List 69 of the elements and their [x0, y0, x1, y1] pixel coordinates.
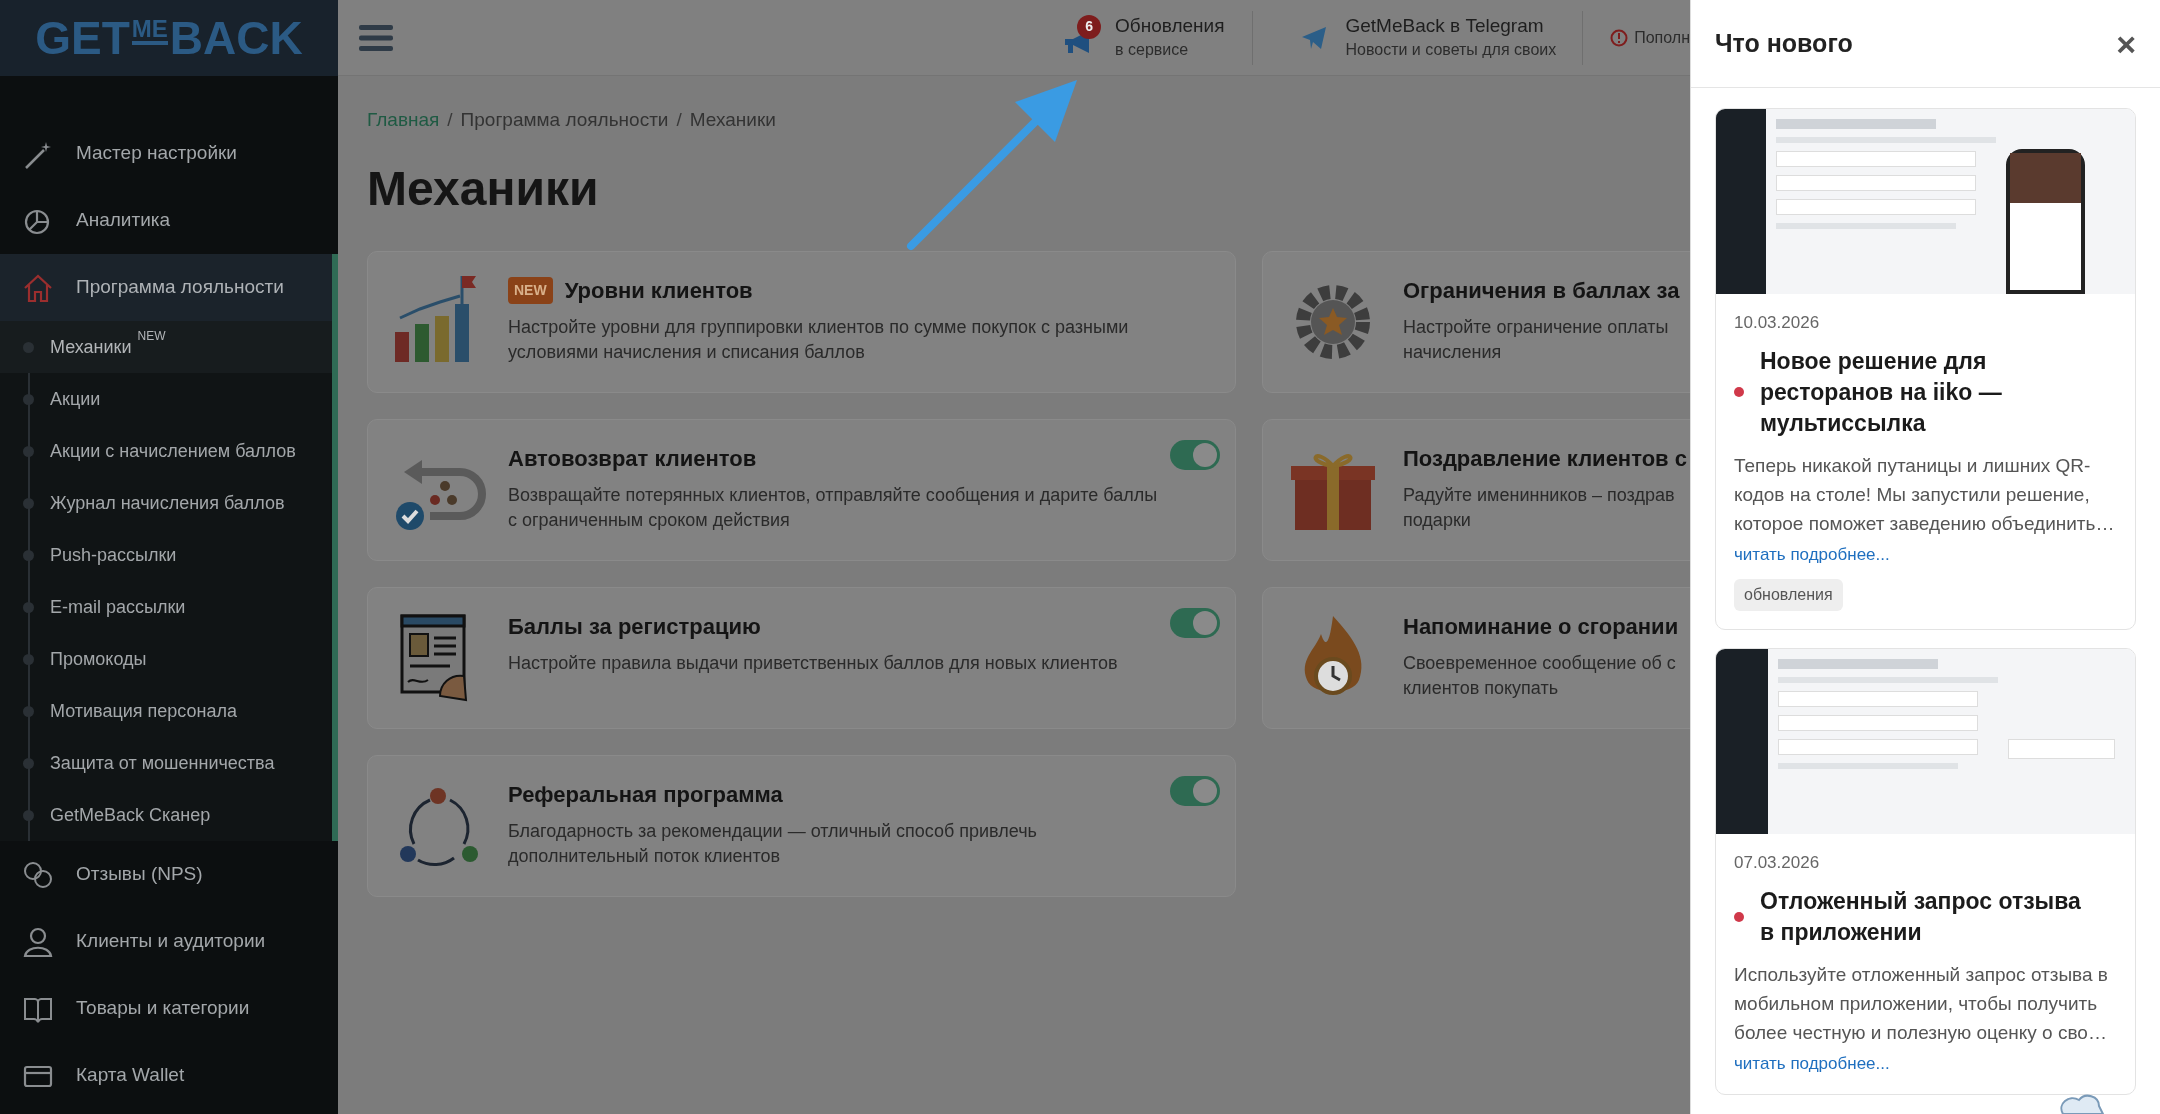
card-description: Настройте ограничение оплаты начисления — [1403, 315, 1670, 364]
submenu-item[interactable]: Акции с начислением баллов — [0, 425, 332, 477]
card-title: Ограничения в баллах за — [1403, 276, 1680, 305]
card-title: Реферальная программа — [508, 780, 783, 809]
tag: обновления — [1734, 579, 1843, 611]
new-badge: NEW — [508, 276, 553, 304]
panel-title: Что нового — [1715, 27, 1853, 59]
read-more-link[interactable]: читать подробнее... — [1734, 541, 1890, 567]
sidebar-item[interactable]: Товары и категории — [0, 975, 338, 1042]
news-description: Теперь никакой путаницы и лишних QR-кодов на столе! Мы запустили решение, которое поможет заведению объединить… — [1734, 453, 2116, 536]
news-title: Новое решение для ресторанов на iiko — мультиссылка — [1760, 346, 2003, 438]
card-title: Напоминание о сгорании — [1403, 612, 1679, 641]
card-description: Настройте правила выдачи приветственных баллов для новых клиентов — [508, 651, 1118, 675]
sidebar-item[interactable]: Программа лояльности — [0, 254, 338, 321]
read-more-link[interactable]: читать подробнее... — [1734, 1050, 1890, 1076]
notification-badge: 6 — [1077, 14, 1102, 39]
submenu-item[interactable]: Защита от мошенничества — [0, 737, 332, 789]
card-title: Автовозврат клиентов — [508, 444, 757, 473]
submenu-item[interactable]: E-mail рассылки — [0, 581, 332, 633]
mechanic-card[interactable]: Ограничения в баллах за Настройте ограничение оплаты начисления — [1262, 250, 1690, 393]
card-description: Радуйте именинников – поздрав подарки — [1403, 483, 1676, 532]
breadcrumb-separator: / — [676, 108, 682, 132]
menu-icon — [359, 23, 393, 52]
close-button[interactable]: × — [2116, 26, 2136, 61]
telegram-link[interactable]: GetMeBack в Telegram Новости и советы для своих — [1253, 10, 1584, 65]
mechanic-card[interactable]: Реферальная программа Благодарность за рекомендации — отличный способ привлечь дополнительный поток клиентов — [367, 754, 1236, 897]
telegram-subtitle: Новости и советы для своих — [1345, 39, 1557, 60]
submenu-item[interactable]: Журнал начисления баллов — [0, 477, 332, 529]
mechanic-card[interactable]: Напоминание о сгорании Своевременное сообщение об с клиентов покупать — [1262, 586, 1690, 729]
user-icon — [22, 925, 54, 958]
updates-title: Обновления — [1115, 13, 1225, 38]
toggle-switch[interactable] — [1170, 439, 1220, 470]
page-title: Механики — [367, 164, 600, 213]
news-date: 10.03.2026 — [1734, 312, 1821, 334]
card-title: Уровни клиентов — [564, 276, 753, 305]
submenu-item[interactable]: GetMeBack Сканер — [0, 789, 332, 841]
news-title: Отложенный запрос отзыва в приложении — [1760, 886, 2082, 947]
sidebar-item[interactable]: Карта Wallet — [0, 1042, 338, 1109]
sidebar-item[interactable]: Мастер настройки — [0, 120, 338, 187]
mechanic-card[interactable]: Поздравление клиентов с Радуйте именинников – поздрав подарки — [1262, 418, 1690, 561]
telegram-title: GetMeBack в Telegram — [1345, 13, 1545, 38]
submenu-item[interactable]: Push-рассылки — [0, 529, 332, 581]
updates-link[interactable]: 6 Обновления в сервисе — [1063, 10, 1254, 65]
breadcrumb-current: Механики — [689, 108, 776, 132]
card-title: Поздравление клиентов с — [1403, 444, 1687, 473]
submenu-item[interactable]: Механики $^{NEW}$ — [0, 321, 332, 373]
mechanic-card[interactable]: NEW Уровни клиентов Настройте уровни для группировки клиентов по сумме покупок с разными условиями начисления и списания баллов — [367, 250, 1236, 393]
sidebar-item[interactable]: Аналитика — [0, 187, 338, 254]
news-description: Используйте отложенный запрос отзыва в мобильном приложении, чтобы получить более честную и полезную оценку о сво… — [1734, 962, 2109, 1045]
card-description: Благодарность за рекомендации — отличный способ привлечь дополнительный поток клиентов — [508, 819, 1037, 868]
submenu-item[interactable]: Акции — [0, 373, 332, 425]
sidebar-item[interactable]: Клиенты и аудитории — [0, 908, 338, 975]
card-description: Возвращайте потерянных клиентов, отправляйте сообщения и дарите баллы с ограниченным сроком действия — [508, 483, 1158, 532]
paper-plane-icon — [1301, 25, 1328, 50]
breadcrumb-separator: / — [447, 108, 453, 132]
submenu-item[interactable]: Мотивация персонала — [0, 685, 332, 737]
card-description: Настройте уровни для группировки клиентов по сумме покупок с разными условиями начисления и списания баллов — [508, 315, 1129, 364]
toggle-switch[interactable] — [1170, 775, 1220, 806]
updates-subtitle: в сервисе — [1115, 39, 1190, 60]
alert-icon — [1610, 28, 1629, 47]
top-up-link[interactable]: Пополн — [1583, 25, 1690, 50]
toggle-switch[interactable] — [1170, 607, 1220, 638]
submenu-item[interactable]: Промокоды — [0, 633, 332, 685]
sidebar-item[interactable]: Отзывы (NPS) — [0, 841, 338, 908]
mechanic-card[interactable]: Автовозврат клиентов Возвращайте потерянных клиентов, отправляйте сообщения и дарите баллы с ограниченным сроком действия — [367, 418, 1236, 561]
card-description: Своевременное сообщение об с клиентов покупать — [1403, 651, 1677, 700]
card-title: Баллы за регистрацию — [508, 612, 761, 641]
news-date: 07.03.2026 — [1734, 852, 1821, 874]
mechanic-card[interactable]: Баллы за регистрацию Настройте правила выдачи приветственных баллов для новых клиентов — [367, 586, 1236, 729]
